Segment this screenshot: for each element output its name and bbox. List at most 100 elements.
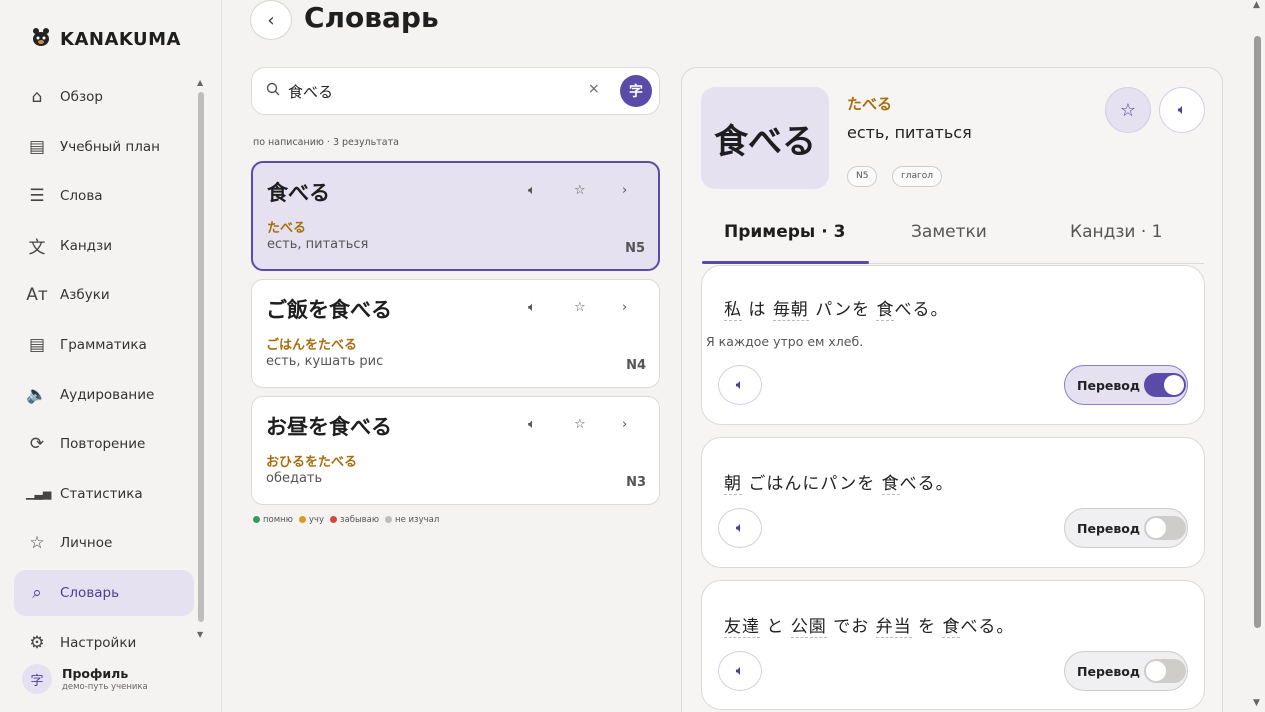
- level-badge: N5: [625, 241, 645, 256]
- scroll-down-icon[interactable]: ▼: [197, 630, 203, 639]
- main-scrollbar[interactable]: ▲ ▼: [1251, 0, 1265, 712]
- example-audio-button[interactable]: 🔈︎: [718, 365, 762, 405]
- sidebar-item-label: Настройки: [60, 634, 137, 651]
- translation-toggle[interactable]: Перевод: [1064, 365, 1188, 405]
- sidebar-nav: ⌂ Обзор ▤ Учебный план ☰ Слова 文 Кандзи Aт Аз…: [14, 74, 194, 669]
- toggle-knob: [1164, 375, 1184, 395]
- example-audio-button[interactable]: 🔈︎: [718, 651, 762, 691]
- tab-examples[interactable]: Примеры · 3: [724, 222, 845, 242]
- sidebar-item-listening[interactable]: 🔈 Аудирование: [14, 372, 194, 418]
- document-icon: ▤: [28, 136, 46, 157]
- kanji-segment[interactable]: 公園: [790, 617, 827, 638]
- sidebar-item-label: Словарь: [60, 584, 120, 601]
- sidebar-item-review[interactable]: ⟳ Повторение: [14, 421, 194, 467]
- sidebar-item-dictionary[interactable]: ⌕ Словарь: [14, 569, 194, 616]
- chevron-right-icon[interactable]: ›: [622, 183, 627, 198]
- legend-item: учу: [298, 515, 324, 525]
- sidebar-item-settings[interactable]: ⚙ Настройки: [14, 620, 194, 666]
- legend-dot: [298, 516, 306, 523]
- result-reading: ごはんをたべる: [266, 338, 358, 353]
- profile[interactable]: 字 Профиль демо-путь ученика: [22, 664, 148, 694]
- page-title: Словарь: [304, 1, 439, 34]
- scrollbar-thumb[interactable]: [198, 92, 204, 622]
- scroll-up-icon[interactable]: ▲: [197, 78, 203, 87]
- refresh-icon: ⟳: [29, 434, 45, 455]
- toggle-switch[interactable]: [1144, 373, 1186, 397]
- speaker-icon: 🔈: [26, 384, 48, 405]
- gear-icon: ⚙: [29, 632, 45, 653]
- search-icon: ⌕: [32, 582, 42, 603]
- result-card[interactable]: ご飯を食べる 🔈︎ ☆ › ごはんをたべる есть, кушать рис N…: [251, 279, 660, 388]
- sidebar-item-kana[interactable]: Aт Азбуки: [14, 272, 194, 318]
- result-meaning: обедать: [266, 471, 323, 486]
- kana-segment: ごはんにパンを: [742, 474, 882, 494]
- result-word: お昼を食べる: [266, 415, 392, 439]
- speaker-icon[interactable]: 🔈︎: [528, 183, 536, 198]
- sidebar-item-statistics[interactable]: ▁▃▅ Статистика: [14, 471, 194, 517]
- speaker-icon: 🔈︎: [735, 663, 745, 679]
- translation-toggle[interactable]: Перевод: [1064, 651, 1188, 691]
- translation-toggle[interactable]: Перевод: [1064, 508, 1188, 548]
- example-translation: Я каждое утро ем хлеб.: [706, 334, 864, 349]
- translation-toggle-label: Перевод: [1077, 520, 1140, 536]
- speaker-icon: 🔈︎: [735, 377, 745, 393]
- example-audio-button[interactable]: 🔈︎: [718, 508, 762, 548]
- favorite-button[interactable]: ☆: [1105, 87, 1151, 133]
- result-word: 食べる: [267, 181, 330, 205]
- speaker-icon[interactable]: 🔈︎: [528, 417, 536, 432]
- kanji-segment[interactable]: 毎朝: [772, 300, 809, 321]
- sidebar-item-curriculum[interactable]: ▤ Учебный план: [14, 124, 194, 170]
- sidebar-item-words[interactable]: ☰ Слова: [14, 173, 194, 219]
- sidebar-item-overview[interactable]: ⌂ Обзор: [14, 74, 194, 120]
- back-button[interactable]: ‹: [250, 0, 292, 40]
- bar-chart-icon: ▁▃▅: [26, 487, 52, 501]
- legend-dot: [253, 516, 260, 523]
- kanji-segment[interactable]: 友達: [724, 617, 760, 638]
- scroll-down-icon[interactable]: ▼: [1253, 698, 1260, 708]
- star-icon[interactable]: ☆: [574, 300, 586, 315]
- kanji-segment[interactable]: 私: [724, 300, 742, 321]
- sidebar-scrollbar[interactable]: ▲ ▼: [197, 78, 204, 640]
- kana-segment: べる。: [894, 300, 949, 320]
- clear-icon[interactable]: ×: [588, 81, 600, 97]
- kanji-segment[interactable]: 弁当: [875, 617, 912, 638]
- sidebar-item-label: Учебный план: [60, 138, 160, 155]
- result-reading: おひるをたべる: [266, 455, 358, 470]
- result-reading: たべる: [267, 221, 307, 236]
- sidebar-item-grammar[interactable]: ▤ Грамматика: [14, 322, 194, 368]
- kana-segment: べる。: [960, 617, 1015, 637]
- brand[interactable]: KANAKUMA: [30, 26, 181, 53]
- star-icon[interactable]: ☆: [574, 417, 586, 432]
- kanji-segment[interactable]: 食: [881, 474, 900, 495]
- kanji-segment[interactable]: 食: [942, 617, 961, 638]
- toggle-switch[interactable]: [1144, 516, 1186, 540]
- scroll-up-icon[interactable]: ▲: [1253, 0, 1260, 10]
- result-card[interactable]: お昼を食べる 🔈︎ ☆ › おひるをたべる обедать N3: [251, 396, 660, 505]
- scrollbar-thumb[interactable]: [1254, 36, 1261, 628]
- play-audio-button[interactable]: 🔈︎: [1159, 87, 1205, 133]
- kanji-segment[interactable]: 朝: [724, 474, 742, 495]
- level-badge: N3: [626, 475, 646, 490]
- chevron-right-icon[interactable]: ›: [622, 300, 627, 315]
- sidebar-item-kanji[interactable]: 文 Кандзи: [14, 223, 194, 269]
- search-input[interactable]: [288, 82, 588, 100]
- star-icon[interactable]: ☆: [574, 183, 586, 198]
- sidebar-item-label: Азбуки: [60, 287, 110, 304]
- sidebar-item-personal[interactable]: ☆ Личное: [14, 520, 194, 566]
- speaker-icon[interactable]: 🔈︎: [528, 300, 536, 315]
- search-box[interactable]: × 字: [251, 67, 660, 115]
- legend-dot: [329, 516, 337, 523]
- tab-kanji[interactable]: Кандзи · 1: [1070, 222, 1162, 242]
- toggle-switch[interactable]: [1144, 659, 1186, 683]
- chevron-right-icon[interactable]: ›: [622, 417, 627, 432]
- kana-segment: でお: [826, 617, 876, 637]
- result-card[interactable]: 食べる 🔈︎ ☆ › たべる есть, питаться N5: [251, 161, 660, 271]
- alphabet-icon: Aт: [26, 285, 48, 306]
- tab-notes[interactable]: Заметки: [911, 222, 987, 242]
- kanji-segment[interactable]: 食: [876, 300, 895, 321]
- result-meaning: есть, питаться: [267, 237, 369, 252]
- kanji-input-button[interactable]: 字: [620, 75, 652, 107]
- active-tab-indicator: [702, 261, 869, 264]
- legend-label: учу: [308, 515, 324, 525]
- detail-reading: たべる: [847, 95, 893, 113]
